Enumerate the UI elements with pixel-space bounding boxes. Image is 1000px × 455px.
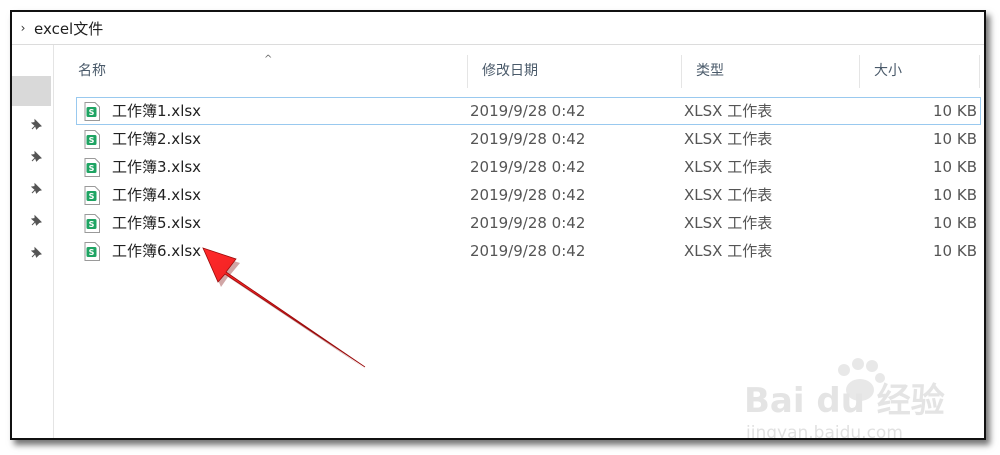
pin-icon[interactable] — [29, 150, 43, 164]
column-header-name[interactable]: 名称 ^ — [64, 54, 468, 88]
pin-icon[interactable] — [29, 246, 43, 260]
file-list: S 工作簿1.xlsx 2019/9/28 0:42 XLSX 工作表 10 K… — [76, 97, 981, 265]
folder-path[interactable]: excel文件 — [34, 18, 103, 39]
file-name[interactable]: 工作簿1.xlsx — [112, 97, 201, 125]
file-date: 2019/9/28 0:42 — [470, 214, 586, 232]
file-name[interactable]: 工作簿3.xlsx — [112, 153, 201, 181]
svg-text:S: S — [89, 192, 95, 201]
file-type: XLSX 工作表 — [684, 214, 773, 232]
xlsx-file-icon: S — [84, 185, 100, 205]
xlsx-file-icon: S — [84, 129, 100, 149]
column-header-date-label: 修改日期 — [482, 63, 538, 79]
file-type: XLSX 工作表 — [684, 158, 773, 176]
xlsx-file-icon: S — [84, 157, 100, 177]
column-header-date[interactable]: 修改日期 — [468, 55, 682, 88]
file-size: 10 KB — [933, 242, 977, 260]
file-row[interactable]: S 工作簿3.xlsx 2019/9/28 0:42 XLSX 工作表 10 K… — [76, 153, 981, 181]
sort-caret-icon: ^ — [264, 54, 273, 65]
file-row[interactable]: S 工作簿1.xlsx 2019/9/28 0:42 XLSX 工作表 10 K… — [76, 97, 981, 125]
file-name[interactable]: 工作簿4.xlsx — [112, 181, 201, 209]
pin-icon[interactable] — [29, 182, 43, 196]
column-headers: 名称 ^ 修改日期 类型 大小 — [64, 54, 980, 88]
xlsx-file-icon: S — [84, 213, 100, 233]
navigation-pane — [12, 45, 54, 438]
file-row[interactable]: S 工作簿6.xlsx 2019/9/28 0:42 XLSX 工作表 10 K… — [76, 237, 981, 265]
svg-text:S: S — [89, 136, 95, 145]
file-type: XLSX 工作表 — [684, 186, 773, 204]
chevron-right-icon[interactable]: › — [12, 21, 34, 35]
column-header-size-label: 大小 — [874, 63, 902, 79]
column-header-size[interactable]: 大小 — [860, 55, 980, 88]
svg-text:S: S — [89, 108, 95, 117]
watermark-url: jingyan.baidu.com — [745, 423, 903, 440]
explorer-window: › excel文件 名称 ^ 修改日期 类型 大小 S 工作簿1.xlsx 20… — [10, 10, 986, 440]
file-size: 10 KB — [933, 186, 977, 204]
file-size: 10 KB — [933, 130, 977, 148]
file-size: 10 KB — [933, 102, 977, 120]
file-date: 2019/9/28 0:42 — [470, 158, 586, 176]
file-size: 10 KB — [933, 158, 977, 176]
svg-text:S: S — [89, 164, 95, 173]
file-type: XLSX 工作表 — [684, 102, 773, 120]
column-header-name-label: 名称 — [78, 63, 106, 79]
address-bar[interactable]: › excel文件 — [12, 12, 984, 45]
file-name[interactable]: 工作簿6.xlsx — [112, 237, 201, 265]
file-size: 10 KB — [933, 214, 977, 232]
file-date: 2019/9/28 0:42 — [470, 130, 586, 148]
file-type: XLSX 工作表 — [684, 130, 773, 148]
baidu-watermark: Bai du 经验 jingyan.baidu.com — [744, 358, 945, 440]
svg-text:S: S — [89, 220, 95, 229]
file-type: XLSX 工作表 — [684, 242, 773, 260]
file-date: 2019/9/28 0:42 — [470, 242, 586, 260]
file-row[interactable]: S 工作簿4.xlsx 2019/9/28 0:42 XLSX 工作表 10 K… — [76, 181, 981, 209]
file-row[interactable]: S 工作簿2.xlsx 2019/9/28 0:42 XLSX 工作表 10 K… — [76, 125, 981, 153]
file-name[interactable]: 工作簿5.xlsx — [112, 209, 201, 237]
xlsx-file-icon: S — [84, 101, 100, 121]
pin-icon[interactable] — [29, 214, 43, 228]
pin-icon[interactable] — [29, 118, 43, 132]
file-row[interactable]: S 工作簿5.xlsx 2019/9/28 0:42 XLSX 工作表 10 K… — [76, 209, 981, 237]
xlsx-file-icon: S — [84, 241, 100, 261]
column-header-type-label: 类型 — [696, 63, 724, 79]
svg-text:S: S — [89, 248, 95, 257]
file-date: 2019/9/28 0:42 — [470, 186, 586, 204]
watermark-brand: Bai du 经验 — [744, 381, 945, 421]
file-date: 2019/9/28 0:42 — [470, 102, 586, 120]
nav-selected-item[interactable] — [12, 76, 51, 106]
column-header-type[interactable]: 类型 — [682, 55, 860, 88]
file-name[interactable]: 工作簿2.xlsx — [112, 125, 201, 153]
